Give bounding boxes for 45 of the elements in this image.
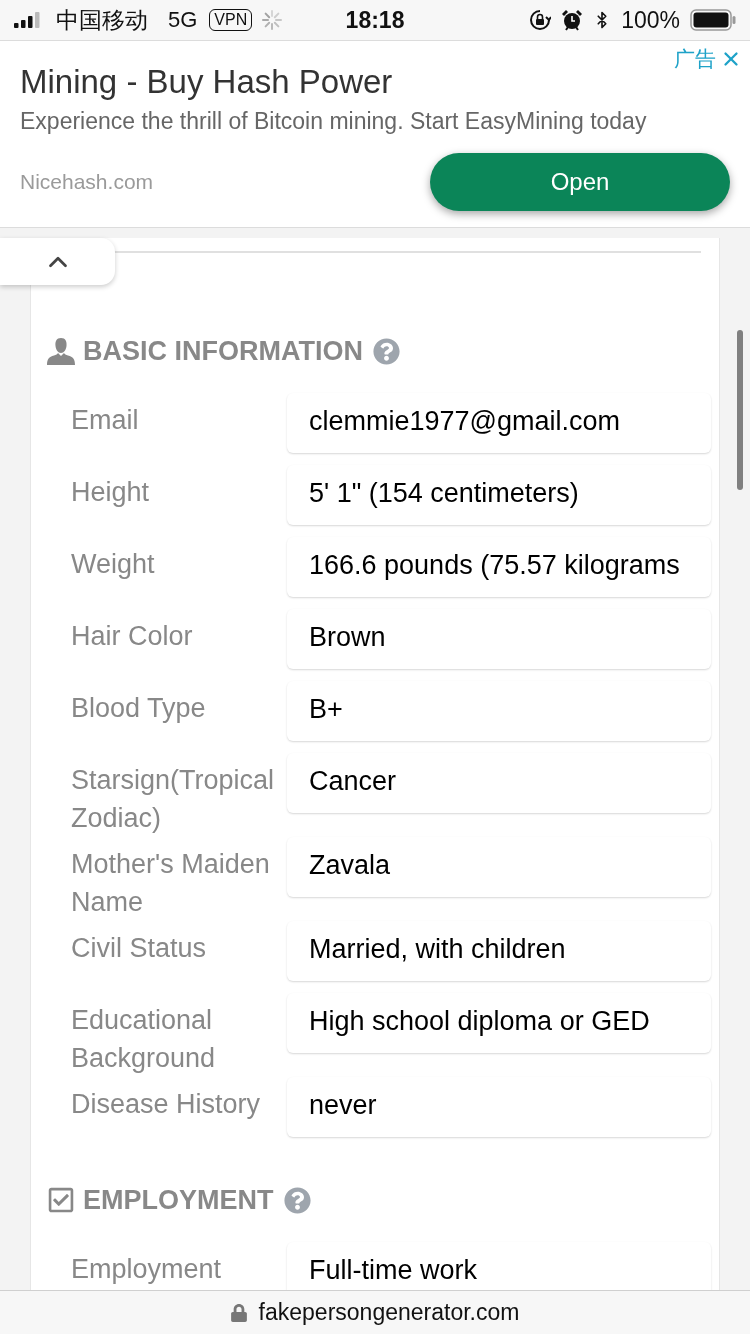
field-value: Zavala xyxy=(287,837,711,897)
loading-spinner-icon xyxy=(262,10,283,30)
field-label: Hair Color xyxy=(71,620,194,653)
ad-domain: Nicehash.com xyxy=(20,169,154,196)
carrier-name: 中国移动 xyxy=(56,6,148,34)
site-url[interactable]: fakepersongenerator.com xyxy=(258,1295,520,1330)
field-label: Employment xyxy=(71,1253,223,1286)
section-heading: BASIC INFORMATION xyxy=(83,335,363,368)
ad-label: 广告 xyxy=(674,46,716,72)
field-label: Starsign(Tropical Zodiac) xyxy=(71,764,276,835)
ad-description: Experience the thrill of Bitcoin mining. Start EasyMining today xyxy=(20,107,648,136)
signal-icon xyxy=(14,12,40,28)
field-value: 166.6 pounds (75.57 kilograms xyxy=(287,537,711,597)
rotation-lock-icon xyxy=(529,9,552,31)
field-label: Civil Status xyxy=(71,932,208,965)
field-value: High school diploma or GED xyxy=(287,993,711,1053)
field-label: Educational Background xyxy=(71,1004,217,1075)
network-type: 5G xyxy=(168,6,198,34)
field-label: Email xyxy=(71,404,140,437)
field-label: Height xyxy=(71,476,151,509)
field-value: Full-time work xyxy=(287,1242,711,1290)
field-value: Brown xyxy=(287,609,711,669)
user-icon xyxy=(47,337,75,365)
field-value: B+ xyxy=(287,681,711,741)
lock-icon xyxy=(230,1303,247,1322)
field-value: Married, with children xyxy=(287,921,711,981)
field-label: Blood Type xyxy=(71,692,207,725)
field-value: never xyxy=(287,1077,711,1137)
clock-time: 18:18 xyxy=(345,6,405,34)
field-value: Cancer xyxy=(287,753,711,813)
field-value: clemmie1977@gmail.com xyxy=(287,393,711,453)
checkbox-tick-icon xyxy=(47,1186,75,1214)
vpn-indicator: VPN xyxy=(209,9,253,31)
help-icon[interactable] xyxy=(373,337,400,365)
help-icon[interactable] xyxy=(283,1186,311,1214)
field-label: Disease History xyxy=(71,1088,262,1121)
open-button[interactable]: Open xyxy=(430,153,730,211)
field-label: Weight xyxy=(71,548,156,581)
alarm-clock-icon xyxy=(561,9,584,31)
battery-icon xyxy=(690,9,736,31)
section-heading: EMPLOYMENT xyxy=(83,1184,274,1217)
field-value: 5' 1" (154 centimeters) xyxy=(287,465,711,525)
ad-title: Mining - Buy Hash Power xyxy=(20,62,394,102)
field-label: Mother's Maiden Name xyxy=(71,848,271,919)
battery-percent: 100% xyxy=(621,6,680,34)
